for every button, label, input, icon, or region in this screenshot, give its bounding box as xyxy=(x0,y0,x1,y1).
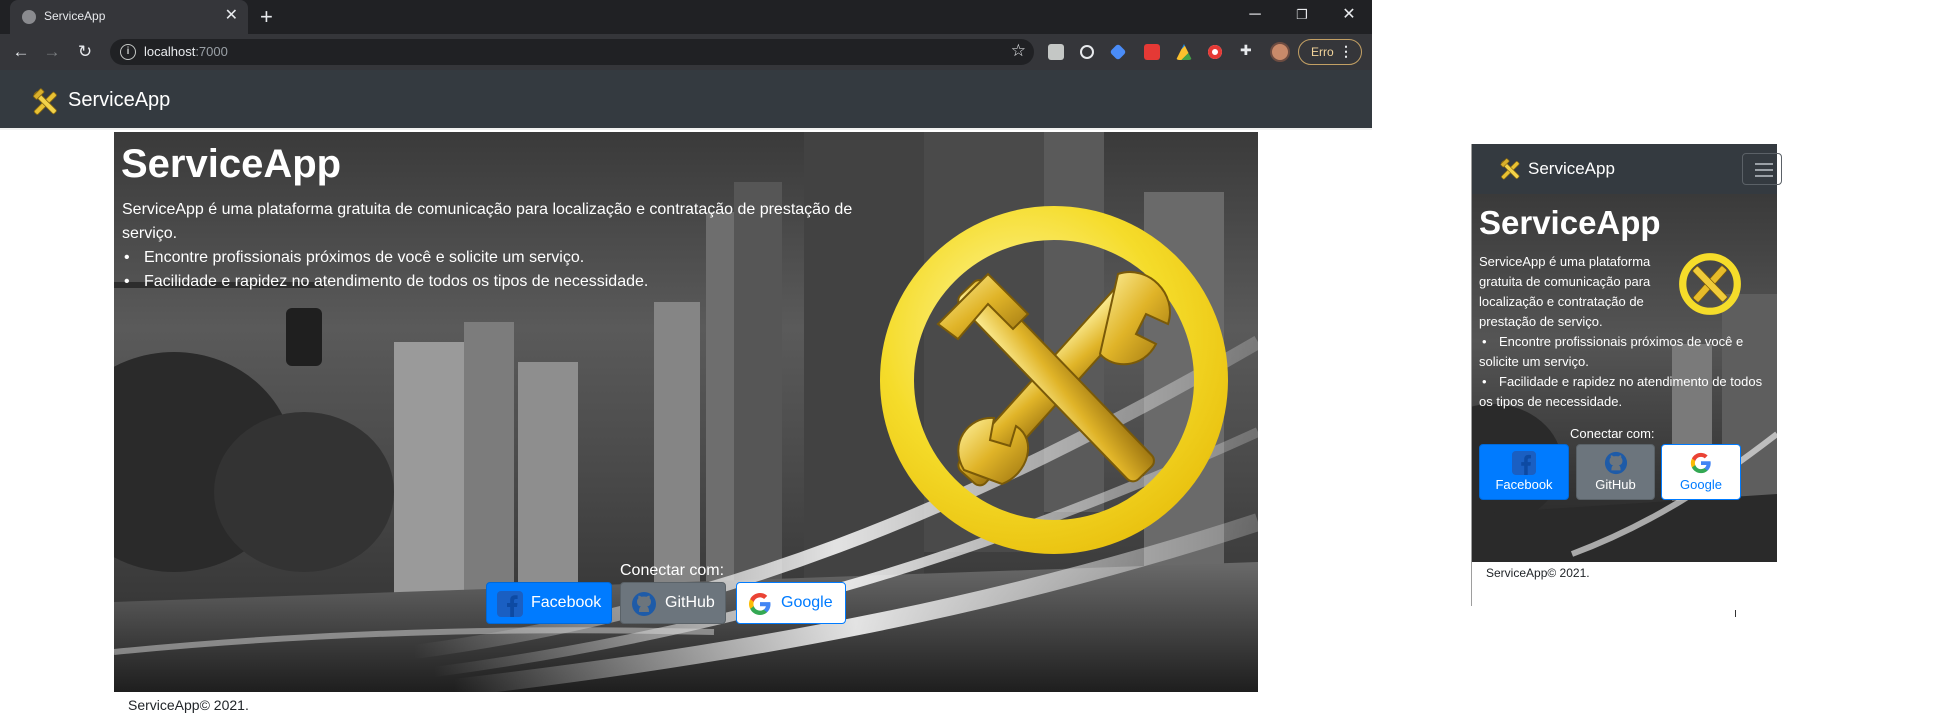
app-navbar: ServiceApp xyxy=(0,70,1372,130)
mobile-preview: ServiceApp ServiceApp ServiceApp é uma p… xyxy=(1472,144,1782,604)
google-login-button[interactable]: Google xyxy=(1661,444,1741,500)
back-icon[interactable]: ← xyxy=(9,40,33,64)
hero-section: ServiceApp ServiceApp é uma plataforma g… xyxy=(114,132,1258,692)
footer-text: ServiceApp© 2021. xyxy=(1486,566,1590,580)
browser-toolbar: ← → ↻ i localhost:7000 ☆ ✚ Erro ⋮ xyxy=(0,34,1372,70)
close-tab-icon[interactable]: ✕ xyxy=(225,6,238,26)
hero-description: ServiceApp é uma plataforma gratuita de … xyxy=(122,201,853,242)
profile-error-button[interactable]: Erro ⋮ xyxy=(1298,39,1362,65)
google-icon xyxy=(1690,452,1711,474)
info-icon[interactable]: i xyxy=(120,44,136,60)
globe-icon xyxy=(22,10,36,24)
menu-dots-icon[interactable]: ⋮ xyxy=(1339,43,1353,60)
feature-list: Encontre profissionais próximos de você … xyxy=(122,246,648,294)
feature-list: • Encontre profissionais próximos de você… xyxy=(1479,332,1769,412)
hero-description: ServiceApp é uma plataforma gratuita de … xyxy=(1479,254,1651,329)
restore-icon[interactable]: ❐ xyxy=(1287,3,1317,27)
tools-logo-icon[interactable] xyxy=(1498,158,1522,182)
hero-title: ServiceApp xyxy=(121,142,342,186)
forward-icon[interactable]: → xyxy=(40,40,64,64)
bookmark-star-icon[interactable]: ☆ xyxy=(1011,41,1026,61)
mobile-navbar: ServiceApp xyxy=(1472,144,1782,194)
screenshot-stage: ServiceApp ✕ + ─ ❐ ✕ ← → ↻ i localhost:7… xyxy=(0,0,1952,728)
minimize-icon[interactable]: ─ xyxy=(1240,3,1270,27)
github-login-button[interactable]: GitHub xyxy=(620,582,726,624)
list-item: Encontre profissionais próximos de você … xyxy=(122,246,648,270)
connect-label: Conectar com: xyxy=(620,562,725,579)
list-item: • Facilidade e rapidez no atendimento de … xyxy=(1479,374,1763,409)
github-icon xyxy=(632,592,656,616)
hamburger-menu-icon[interactable] xyxy=(1742,153,1782,185)
extensions-puzzle-icon[interactable]: ✚ xyxy=(1240,42,1256,58)
facebook-login-button[interactable]: Facebook xyxy=(1479,444,1569,500)
tools-logo-icon xyxy=(880,206,1228,554)
footer-text: ServiceApp© 2021. xyxy=(128,697,249,713)
tools-logo-icon xyxy=(1679,253,1741,315)
facebook-login-button[interactable]: Facebook xyxy=(486,582,612,624)
extension-3-icon[interactable] xyxy=(1109,43,1127,61)
mobile-hero-section: ServiceApp ServiceApp é uma plataforma g… xyxy=(1472,194,1777,562)
facebook-icon xyxy=(497,591,523,617)
facebook-icon xyxy=(1512,451,1536,475)
address-bar[interactable]: i localhost:7000 ☆ xyxy=(110,39,1034,65)
extension-4-icon[interactable] xyxy=(1144,44,1160,60)
connect-label: Conectar com: xyxy=(1570,426,1655,441)
react-devtools-icon[interactable] xyxy=(1080,45,1094,59)
profile-avatar[interactable] xyxy=(1270,42,1290,62)
hero-title: ServiceApp xyxy=(1479,204,1661,241)
navbar-brand[interactable]: ServiceApp xyxy=(68,89,170,112)
divider xyxy=(1735,610,1736,617)
tab-title: ServiceApp xyxy=(44,9,106,23)
navbar-brand[interactable]: ServiceApp xyxy=(1528,159,1615,179)
reload-icon[interactable]: ↻ xyxy=(73,40,97,64)
url-text: localhost:7000 xyxy=(144,44,228,59)
tools-logo-icon[interactable] xyxy=(30,88,60,118)
list-item: • Encontre profissionais próximos de você… xyxy=(1479,334,1744,369)
list-item: Facilidade e rapidez no atendimento de t… xyxy=(122,270,648,294)
github-icon xyxy=(1604,451,1627,475)
drive-icon[interactable] xyxy=(1176,44,1192,60)
new-tab-icon[interactable]: + xyxy=(260,4,273,30)
close-window-icon[interactable]: ✕ xyxy=(1334,3,1364,27)
browser-tab[interactable]: ServiceApp ✕ xyxy=(10,0,248,34)
github-login-button[interactable]: GitHub xyxy=(1576,444,1655,500)
extension-1-icon[interactable] xyxy=(1048,44,1064,60)
google-icon xyxy=(749,593,771,615)
record-icon[interactable] xyxy=(1208,45,1222,59)
browser-tabstrip: ServiceApp ✕ + ─ ❐ ✕ xyxy=(0,0,1372,34)
google-login-button[interactable]: Google xyxy=(736,582,846,624)
